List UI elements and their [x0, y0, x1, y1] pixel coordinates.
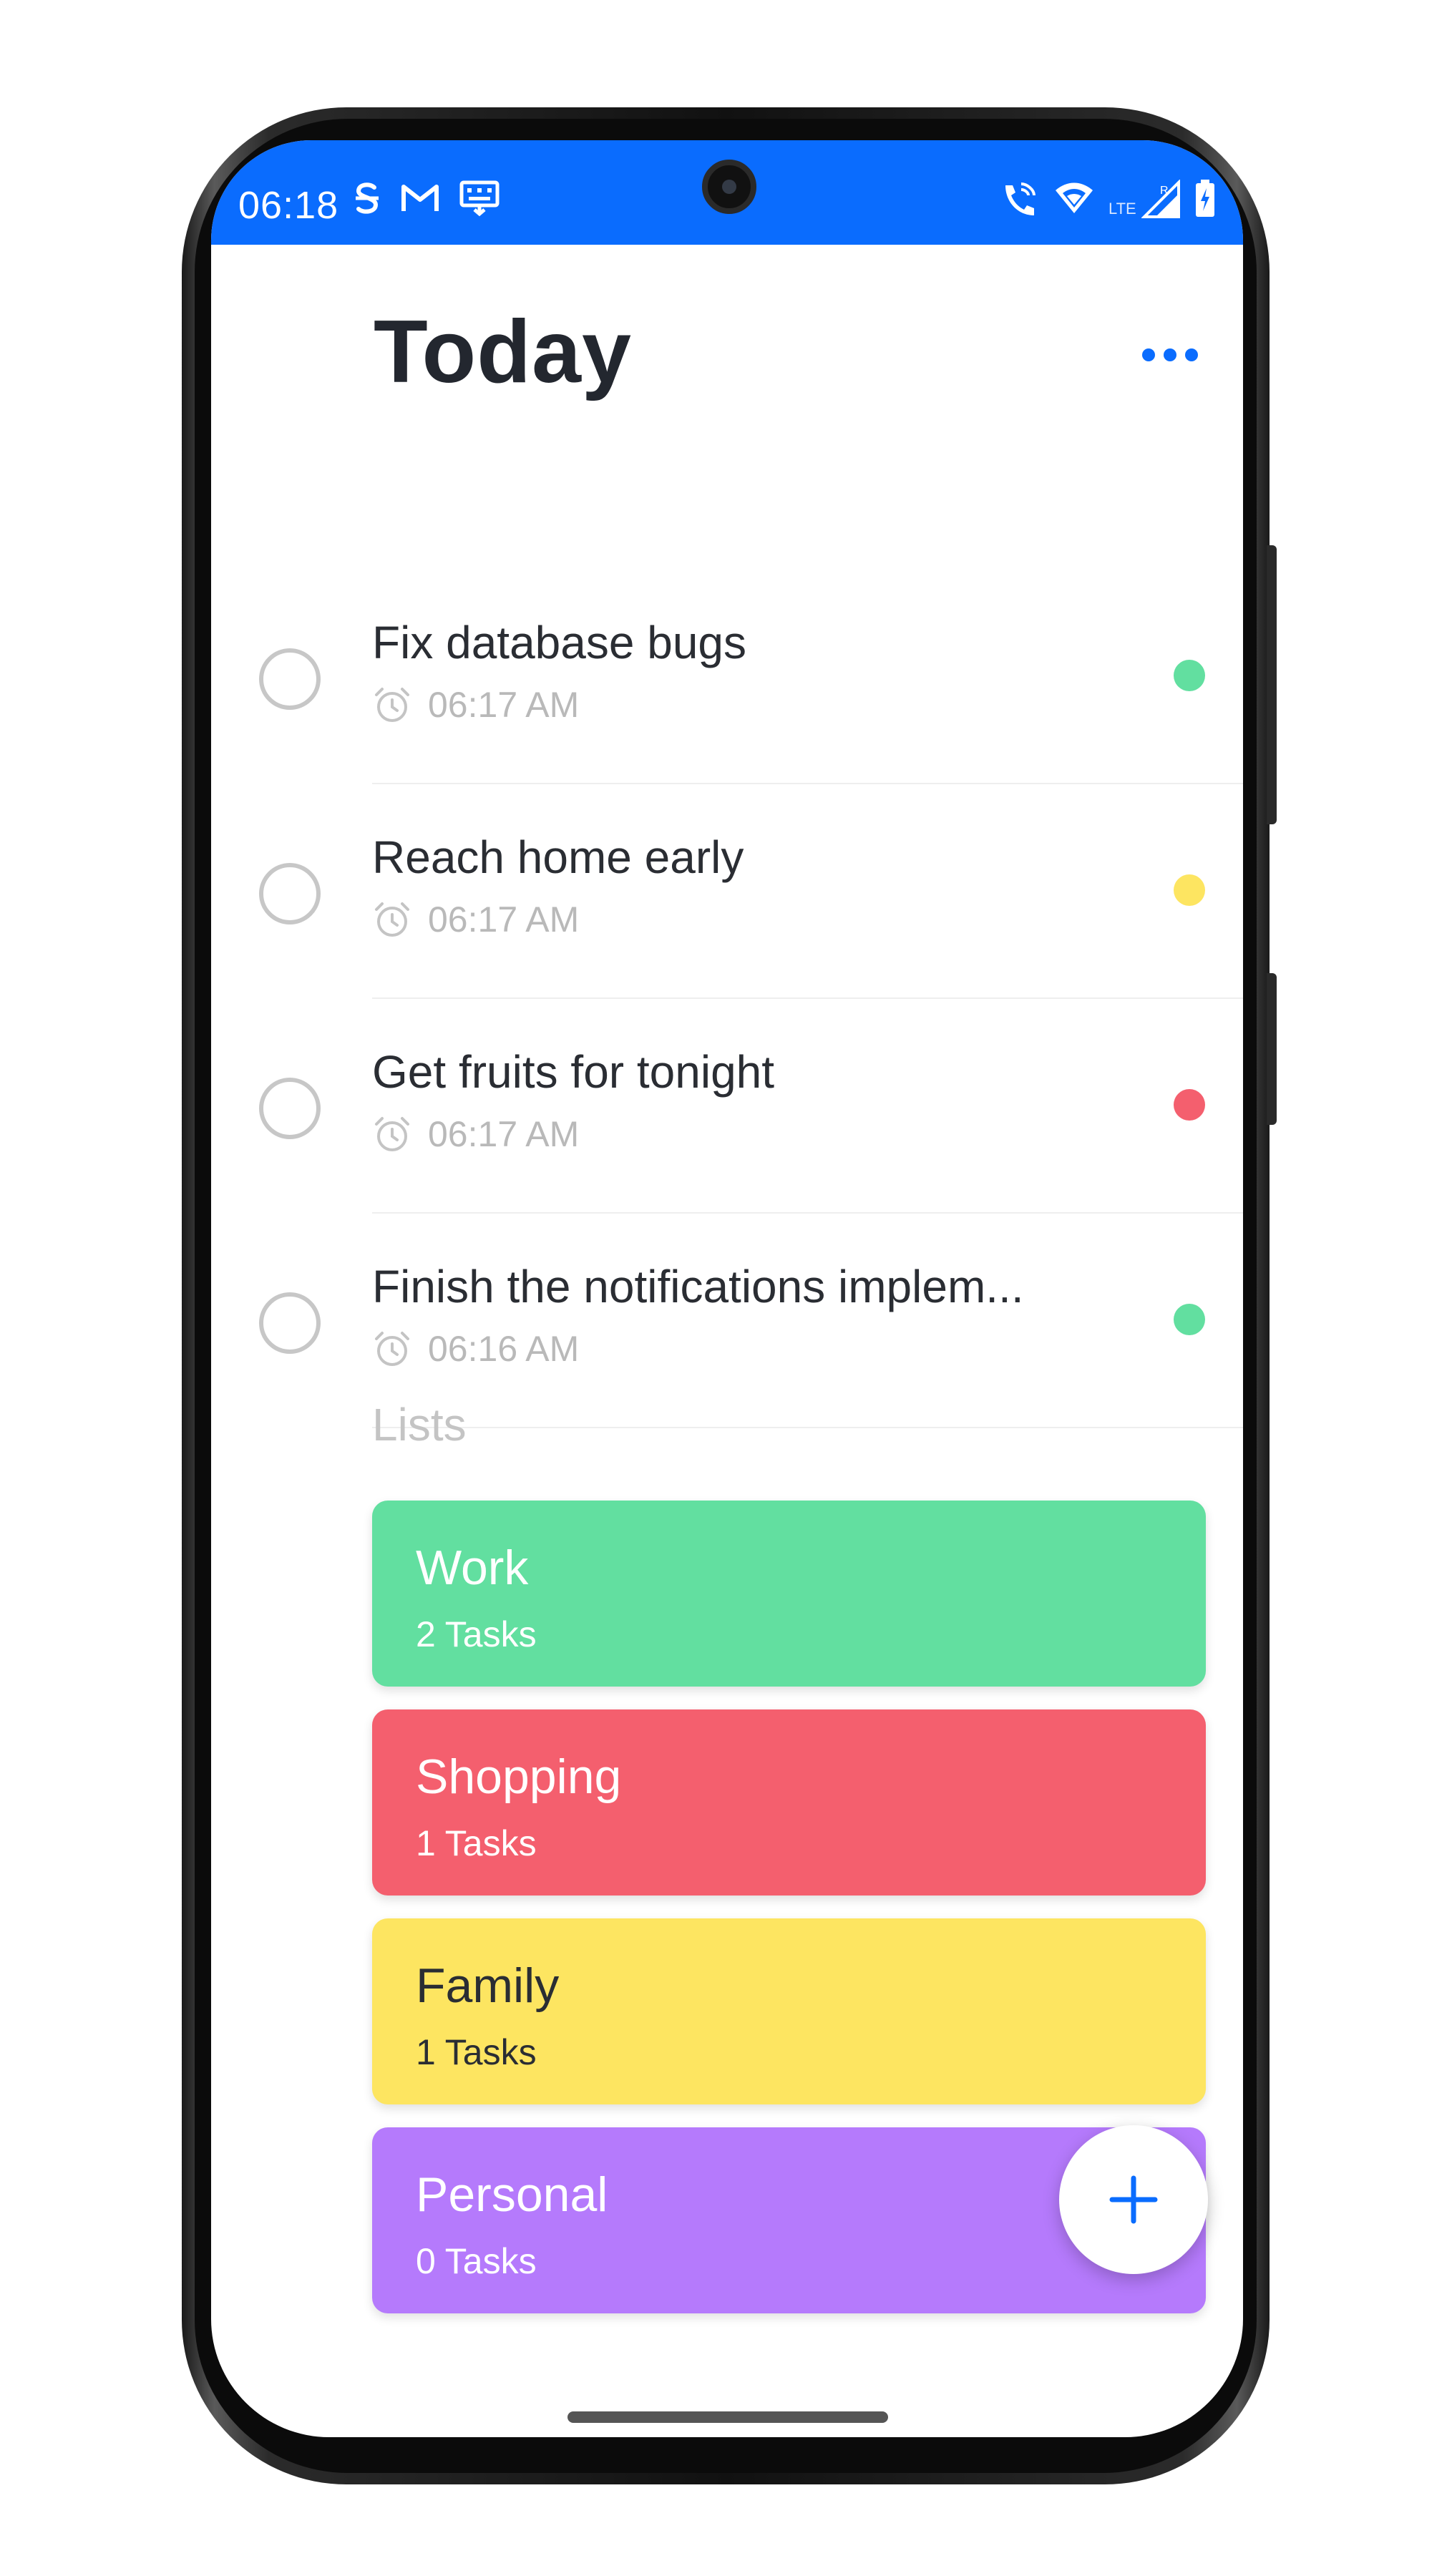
- front-camera: [702, 160, 756, 214]
- volume-button: [1267, 973, 1277, 1125]
- task-color-dot: [1174, 660, 1205, 691]
- lte-signal-icon: LTE R: [1109, 180, 1180, 218]
- divider: [372, 1427, 1243, 1428]
- task-row[interactable]: Fix database bugs 06:17 AM: [211, 570, 1243, 784]
- task-checkbox[interactable]: [259, 863, 321, 924]
- app-screen: 06:18 LTE R Today Fix database bugs 06:1…: [211, 140, 1243, 2437]
- task-meta: 06:17 AM: [372, 1113, 579, 1155]
- task-title: Reach home early: [372, 831, 744, 883]
- task-row[interactable]: Reach home early 06:17 AM: [211, 784, 1243, 999]
- wifi-icon: [1056, 182, 1093, 213]
- alarm-icon: [375, 902, 409, 937]
- keyboard-icon: [459, 180, 500, 217]
- s-icon: [356, 182, 379, 214]
- task-checkbox[interactable]: [259, 1078, 321, 1139]
- task-time: 06:17 AM: [428, 1114, 580, 1154]
- more-options-button[interactable]: [1127, 326, 1213, 384]
- task-color-dot: [1174, 1304, 1205, 1335]
- task-time: 06:17 AM: [428, 685, 580, 725]
- task-time: 06:17 AM: [428, 899, 580, 940]
- status-bar: 06:18 LTE R: [211, 140, 1243, 245]
- list-task-count: 1 Tasks: [416, 2032, 537, 2072]
- list-name: Personal: [416, 2167, 608, 2222]
- task-meta: 06:17 AM: [372, 684, 579, 726]
- list-card-shopping[interactable]: Shopping 1 Tasks: [372, 1709, 1206, 1896]
- task-row[interactable]: Get fruits for tonight 06:17 AM: [211, 999, 1243, 1214]
- lists-heading: Lists: [372, 1399, 467, 1450]
- svg-text:R: R: [1160, 185, 1169, 197]
- list-name: Work: [416, 1541, 529, 1595]
- home-indicator[interactable]: [567, 2411, 888, 2423]
- alarm-icon: [375, 688, 409, 722]
- wifi-call-icon: [1005, 182, 1036, 215]
- task-checkbox[interactable]: [259, 648, 321, 710]
- task-time: 06:16 AM: [428, 1329, 580, 1369]
- alarm-icon: [375, 1117, 409, 1151]
- task-checkbox[interactable]: [259, 1292, 321, 1354]
- task-title: Get fruits for tonight: [372, 1046, 775, 1098]
- task-meta: 06:17 AM: [372, 899, 579, 940]
- task-meta: 06:16 AM: [372, 1328, 579, 1370]
- task-color-dot: [1174, 1089, 1205, 1121]
- list-card-work[interactable]: Work 2 Tasks: [372, 1501, 1206, 1687]
- more-dot: [1185, 348, 1198, 361]
- task-color-dot: [1174, 874, 1205, 906]
- status-left-icons: [353, 180, 500, 217]
- list-task-count: 2 Tasks: [416, 1614, 537, 1654]
- alarm-icon: [375, 1332, 409, 1366]
- lte-label: LTE: [1109, 200, 1136, 218]
- list-task-count: 0 Tasks: [416, 2241, 537, 2281]
- task-row[interactable]: Finish the notifications implem... 06:16…: [211, 1214, 1243, 1428]
- status-right-icons: LTE R: [1000, 180, 1216, 218]
- page-title: Today: [374, 303, 632, 401]
- battery-charging-icon: [1196, 180, 1214, 217]
- plus-icon: [1109, 2175, 1158, 2224]
- gmail-icon: [401, 185, 439, 211]
- task-title: Finish the notifications implem...: [372, 1261, 1024, 1312]
- task-list: Fix database bugs 06:17 AM Reach home ea…: [211, 570, 1243, 1428]
- task-title: Fix database bugs: [372, 617, 746, 668]
- more-dot: [1164, 348, 1176, 361]
- status-time: 06:18: [238, 184, 339, 227]
- list-task-count: 1 Tasks: [416, 1823, 537, 1863]
- add-button[interactable]: [1059, 2125, 1208, 2274]
- power-button: [1267, 545, 1277, 824]
- list-name: Shopping: [416, 1750, 622, 1804]
- list-card-family[interactable]: Family 1 Tasks: [372, 1918, 1206, 2104]
- list-name: Family: [416, 1958, 560, 2013]
- more-horizontal-icon: [1142, 348, 1155, 361]
